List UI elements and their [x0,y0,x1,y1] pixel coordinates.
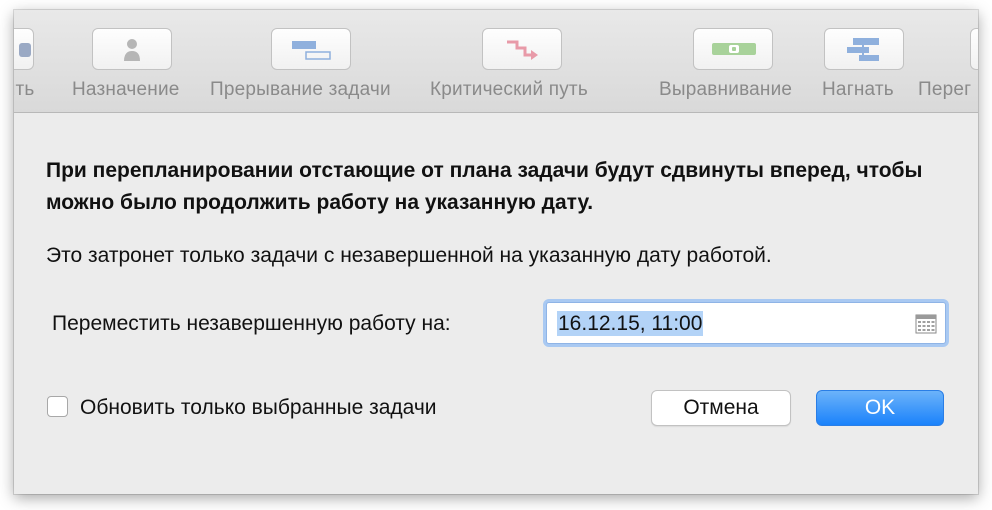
toolbar-button[interactable] [14,28,34,70]
toolbar-item-catch-up[interactable]: Нагнать [822,28,922,108]
toolbar-item-split-task[interactable]: Прерывание задачи [210,28,420,108]
split-task-button[interactable] [271,28,351,70]
split-task-icon [292,41,331,60]
dialog-content: При перепланировании отстающие от плана … [14,113,978,494]
assignment-button[interactable] [92,28,172,70]
toolbar-label: Назначение [72,79,180,100]
partial-icon [19,43,31,57]
level-icon [712,43,756,55]
dialog-headline: При перепланировании отстающие от плана … [46,159,923,214]
toolbar-label: Прерывание задачи [210,79,391,100]
dialog-info-text: Это затронет только задачи с незавершенн… [46,244,772,267]
critical-path-button[interactable] [482,28,562,70]
catch-up-button[interactable] [824,28,904,70]
toolbar-item-assignment[interactable]: Назначение [72,28,196,108]
update-selected-only-label[interactable]: Обновить только выбранные задачи [80,396,437,420]
toolbar-label: Критический путь [430,79,588,100]
catch-up-icon [847,38,879,61]
date-time-field[interactable]: 16.12.15, 11:00 [546,302,946,344]
critical-path-icon [507,40,538,60]
toolbar-item-critical-path[interactable]: Критический путь [430,28,620,108]
ok-button[interactable]: OK [816,390,944,426]
person-icon [124,39,140,61]
reschedule-dialog-window: нить Назначение Прерывание задачи [14,10,978,494]
cancel-button[interactable]: Отмена [651,390,791,426]
toolbar-label: Выравнивание [659,79,793,100]
update-selected-only-checkbox[interactable] [47,396,68,417]
date-time-value[interactable]: 16.12.15, 11:00 [557,311,704,336]
calendar-icon[interactable] [915,314,937,334]
toolbar-item-leveling[interactable]: Выравнивание [659,28,809,108]
toolbar-label: Перег [918,79,972,100]
leveling-button[interactable] [693,28,773,70]
toolbar: нить Назначение Прерывание задачи [14,10,978,113]
toolbar-item-partial-left[interactable]: нить [14,28,54,108]
move-work-label: Переместить незавершенную работу на: [52,312,451,335]
toolbar-item-partial-right[interactable]: Перег [918,28,978,108]
toolbar-label: Нагнать [822,79,894,100]
toolbar-label: нить [14,79,35,100]
toolbar-button[interactable] [970,28,978,70]
